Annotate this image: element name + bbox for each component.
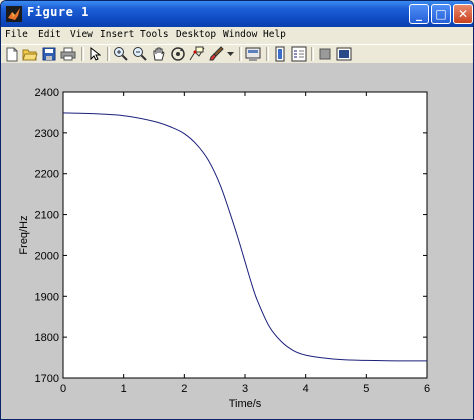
menu-window[interactable]: Window (223, 29, 257, 40)
x-tick-label: 1 (121, 383, 127, 395)
x-tick-label: 0 (60, 383, 66, 395)
maximize-icon: □ (435, 7, 447, 21)
close-button[interactable]: ✕ (453, 4, 473, 24)
menu-help[interactable]: Help (263, 29, 286, 40)
zoom-in-button[interactable] (113, 46, 129, 62)
rotate-3d-icon (171, 47, 185, 61)
y-tick-label: 2100 (35, 210, 59, 222)
open-file-icon (22, 49, 38, 61)
print-icon (60, 47, 76, 61)
link-plot-button[interactable] (245, 46, 261, 62)
toolbar-separator (81, 47, 84, 61)
menu-view[interactable]: View (70, 29, 93, 40)
show-plot-tools-icon (336, 47, 352, 61)
figure-window: Figure 1 _ □ ✕ File Edit View Insert Too… (0, 0, 474, 420)
maximize-button[interactable]: □ (431, 4, 451, 24)
y-tick-label: 2200 (35, 169, 59, 181)
data-cursor-icon (189, 46, 205, 61)
x-tick-label: 6 (424, 383, 430, 395)
figure-toolbar (1, 44, 473, 63)
toolbar-separator (266, 47, 269, 61)
insert-colorbar-button[interactable] (272, 46, 288, 62)
brush-dropdown-button[interactable] (225, 46, 235, 62)
edit-plot-arrow-icon (90, 47, 101, 61)
insert-colorbar-icon (275, 46, 285, 62)
pan-button[interactable] (151, 46, 167, 62)
y-axis-label: Freq/Hz (18, 215, 30, 254)
link-plot-icon (245, 47, 261, 61)
open-file-button[interactable] (22, 46, 38, 62)
new-figure-icon (6, 47, 18, 61)
y-tick-label: 1700 (35, 373, 59, 385)
toolbar-separator (239, 47, 242, 61)
y-tick-label: 2400 (35, 87, 59, 99)
x-tick-label: 4 (303, 383, 309, 395)
x-axis-label: Time/s (229, 398, 262, 410)
menu-file[interactable]: File (5, 29, 28, 40)
x-tick-label: 2 (181, 383, 187, 395)
menu-edit[interactable]: Edit (38, 29, 61, 40)
x-tick-label: 3 (242, 383, 248, 395)
menu-bar: File Edit View Insert Tools Desktop Wind… (1, 27, 473, 44)
zoom-in-icon (114, 47, 128, 61)
x-tick-label: 5 (363, 383, 369, 395)
figure-canvas: 0 1 2 3 4 5 6 1700 1800 1900 2000 2100 2200 2300 2400… (1, 63, 474, 420)
close-icon: ✕ (457, 7, 469, 21)
matlab-logo-icon (6, 6, 22, 22)
print-button[interactable] (60, 46, 76, 62)
menu-insert[interactable]: Insert (100, 29, 134, 40)
window-title: Figure 1 (27, 5, 89, 19)
rotate-3d-button[interactable] (170, 46, 186, 62)
y-tick-label: 1900 (35, 291, 59, 303)
insert-legend-icon (291, 46, 307, 62)
insert-legend-button[interactable] (291, 46, 307, 62)
title-bar[interactable]: Figure 1 _ □ ✕ (1, 1, 473, 27)
plot-area[interactable] (62, 91, 428, 379)
brush-icon (209, 46, 224, 61)
dropdown-arrow-icon (226, 51, 234, 56)
new-figure-button[interactable] (4, 46, 20, 62)
minimize-button[interactable]: _ (409, 4, 429, 24)
toolbar-separator (311, 47, 314, 61)
x-tick-labels: 0 1 2 3 4 5 6 (60, 383, 430, 395)
y-tick-label: 1800 (35, 332, 59, 344)
brush-button[interactable] (208, 46, 224, 62)
menu-desktop[interactable]: Desktop (176, 29, 216, 40)
menu-tools[interactable]: Tools (140, 29, 169, 40)
save-button[interactable] (41, 46, 57, 62)
edit-plot-button[interactable] (87, 46, 103, 62)
y-tick-label: 2300 (35, 128, 59, 140)
y-tick-labels: 1700 1800 1900 2000 2100 2200 2300 2400 (35, 87, 59, 385)
hide-plot-tools-button[interactable] (317, 46, 333, 62)
data-cursor-button[interactable] (189, 46, 205, 62)
toolbar-separator (107, 47, 110, 61)
show-plot-tools-button[interactable] (336, 46, 352, 62)
line-chart[interactable]: 0 1 2 3 4 5 6 1700 1800 1900 2000 2100 2200 2300 2400… (1, 63, 474, 420)
minimize-icon: _ (416, 7, 422, 21)
hide-plot-tools-icon (319, 48, 331, 60)
zoom-out-icon (133, 47, 147, 61)
y-tick-label: 2000 (35, 250, 59, 262)
pan-hand-icon (153, 47, 165, 61)
zoom-out-button[interactable] (132, 46, 148, 62)
save-icon (42, 47, 56, 61)
